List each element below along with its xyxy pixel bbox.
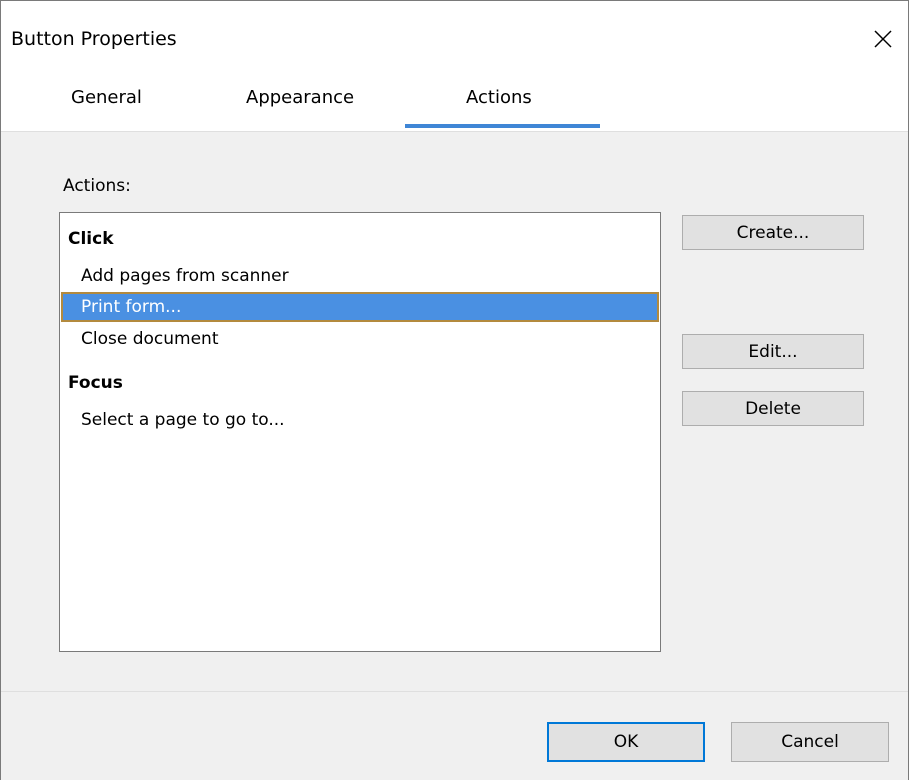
close-button[interactable] [865,23,901,59]
dialog-footer: OK Cancel [1,691,908,780]
list-item[interactable]: Add pages from scanner [61,261,659,291]
active-tab-indicator [405,124,600,128]
button-properties-dialog: Button Properties General Appearance Act… [0,0,909,780]
list-item[interactable]: Select a page to go to... [61,405,659,435]
window-title: Button Properties [11,28,177,50]
group-header-click: Click [68,229,114,249]
delete-button[interactable]: Delete [682,391,864,426]
close-icon [873,29,893,53]
tab-strip: General Appearance Actions [1,73,908,131]
list-item-selected[interactable]: Print form... [61,292,659,322]
list-item-label: Select a page to go to... [81,410,285,430]
ok-button[interactable]: OK [547,722,705,762]
tab-general[interactable]: General [71,87,142,108]
edit-button[interactable]: Edit... [682,334,864,369]
list-item-label: Close document [81,329,219,349]
tab-actions[interactable]: Actions [466,87,532,108]
create-button[interactable]: Create... [682,215,864,250]
title-bar: Button Properties [1,1,908,73]
list-item[interactable]: Close document [61,324,659,354]
group-header-focus: Focus [68,373,123,393]
list-item-label: Add pages from scanner [81,266,289,286]
actions-tab-panel: Actions: Click Add pages from scanner Pr… [1,131,908,692]
tab-appearance[interactable]: Appearance [246,87,354,108]
cancel-button[interactable]: Cancel [731,722,889,762]
actions-label: Actions: [63,176,131,196]
list-item-label: Print form... [81,297,182,317]
actions-list[interactable]: Click Add pages from scanner Print form.… [59,212,661,652]
